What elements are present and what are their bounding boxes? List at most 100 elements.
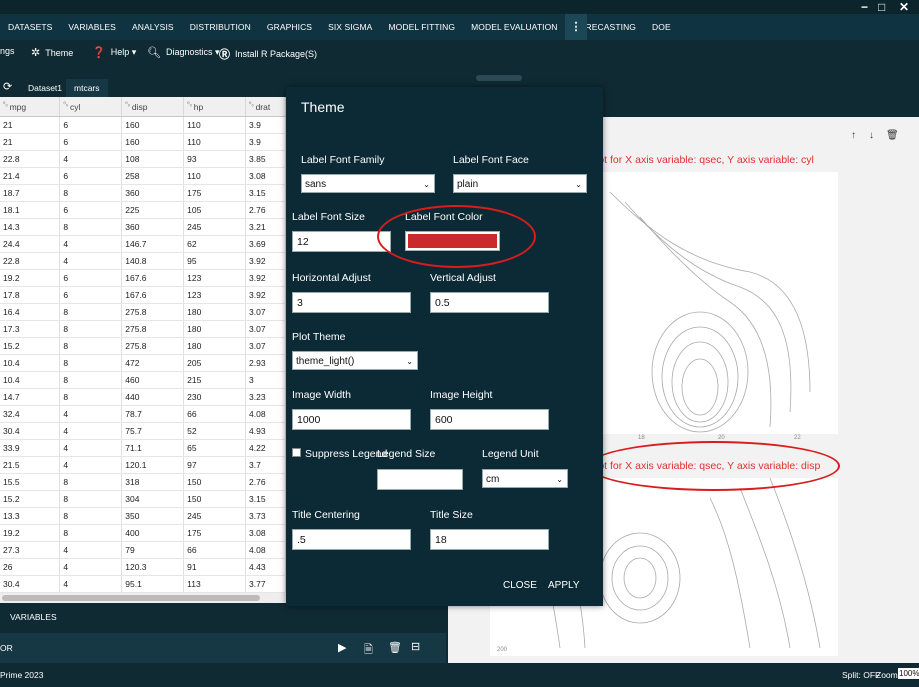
- menu-model-evaluation[interactable]: MODEL EVALUATION: [463, 22, 565, 32]
- table-cell[interactable]: 120.1: [121, 456, 185, 474]
- table-cell[interactable]: 21.5: [0, 456, 61, 474]
- table-cell[interactable]: 4: [59, 150, 123, 168]
- table-cell[interactable]: 360: [121, 184, 185, 202]
- table-cell[interactable]: 230: [183, 388, 247, 406]
- table-row[interactable]: 33.9 4 71.1 65 4.22: [0, 439, 286, 457]
- table-cell[interactable]: 3.21: [245, 218, 286, 236]
- table-cell[interactable]: 110: [183, 116, 247, 134]
- table-cell[interactable]: 30.4: [0, 422, 61, 440]
- table-cell[interactable]: 8: [59, 524, 123, 542]
- table-cell[interactable]: 18.1: [0, 201, 61, 219]
- table-cell[interactable]: 24.4: [0, 235, 61, 253]
- table-cell[interactable]: 400: [121, 524, 185, 542]
- menu-datasets[interactable]: DATASETS: [0, 22, 60, 32]
- minimize-button[interactable]: −: [861, 0, 868, 14]
- image-height-input[interactable]: 600: [430, 409, 549, 430]
- table-row[interactable]: 27.3 4 79 66 4.08: [0, 541, 286, 559]
- table-cell[interactable]: 140.8: [121, 252, 185, 270]
- menu-graphics[interactable]: GRAPHICS: [259, 22, 320, 32]
- table-cell[interactable]: 52: [183, 422, 247, 440]
- table-cell[interactable]: 14.3: [0, 218, 61, 236]
- table-row[interactable]: 10.4 8 460 215 3: [0, 371, 286, 389]
- suppress-legend-checkbox[interactable]: [292, 448, 301, 457]
- tab-dataset1[interactable]: Dataset1: [20, 79, 70, 97]
- table-cell[interactable]: 66: [183, 405, 247, 423]
- table-cell[interactable]: 150: [183, 473, 247, 491]
- table-cell[interactable]: 123: [183, 269, 247, 287]
- table-cell[interactable]: 318: [121, 473, 185, 491]
- table-cell[interactable]: 66: [183, 541, 247, 559]
- table-cell[interactable]: 75.7: [121, 422, 185, 440]
- dialog-drag-handle[interactable]: [476, 75, 522, 81]
- table-cell[interactable]: 350: [121, 507, 185, 525]
- table-cell[interactable]: 4: [59, 439, 123, 457]
- table-cell[interactable]: 105: [183, 201, 247, 219]
- table-cell[interactable]: 108: [121, 150, 185, 168]
- more-menu-icon[interactable]: ⋮: [565, 14, 587, 40]
- column-header-disp[interactable]: ⁰₀ disp: [121, 97, 185, 117]
- table-cell[interactable]: 32.4: [0, 405, 61, 423]
- table-cell[interactable]: 13.3: [0, 507, 61, 525]
- table-cell[interactable]: 110: [183, 133, 247, 151]
- delete-icon[interactable]: 🗑: [886, 130, 899, 141]
- table-cell[interactable]: 2.76: [245, 473, 286, 491]
- table-cell[interactable]: 22.8: [0, 150, 61, 168]
- table-cell[interactable]: 146.7: [121, 235, 185, 253]
- table-cell[interactable]: 3.9: [245, 133, 286, 151]
- column-header-mpg[interactable]: ⁰₀ mpg: [0, 97, 61, 117]
- table-cell[interactable]: 4: [59, 558, 123, 576]
- table-cell[interactable]: 3.07: [245, 303, 286, 321]
- table-row[interactable]: 22.8 4 108 93 3.85: [0, 150, 286, 168]
- table-cell[interactable]: 4.08: [245, 405, 286, 423]
- table-cell[interactable]: 21.4: [0, 167, 61, 185]
- menu-six-sigma[interactable]: SIX SIGMA: [320, 22, 380, 32]
- table-cell[interactable]: 6: [59, 133, 123, 151]
- menu-analysis[interactable]: ANALYSIS: [124, 22, 182, 32]
- table-cell[interactable]: 95.1: [121, 575, 185, 593]
- table-cell[interactable]: 95: [183, 252, 247, 270]
- table-cell[interactable]: 21: [0, 116, 61, 134]
- table-row[interactable]: 21.5 4 120.1 97 3.7: [0, 456, 286, 474]
- table-cell[interactable]: 6: [59, 269, 123, 287]
- table-cell[interactable]: 245: [183, 507, 247, 525]
- plot-theme-select[interactable]: theme_light() ⌄: [292, 351, 418, 370]
- table-row[interactable]: 21.4 6 258 110 3.08: [0, 167, 286, 185]
- menu-model-fitting[interactable]: MODEL FITTING: [380, 22, 463, 32]
- table-cell[interactable]: 3.15: [245, 490, 286, 508]
- table-cell[interactable]: 4.22: [245, 439, 286, 457]
- table-row[interactable]: 18.7 8 360 175 3.15: [0, 184, 286, 202]
- table-cell[interactable]: 3: [245, 371, 286, 389]
- column-header-cyl[interactable]: ⁰₀ cyl: [59, 97, 123, 117]
- table-cell[interactable]: 4: [59, 575, 123, 593]
- table-cell[interactable]: 4.43: [245, 558, 286, 576]
- variables-label[interactable]: VARIABLES: [10, 612, 57, 622]
- table-cell[interactable]: 3.07: [245, 320, 286, 338]
- table-cell[interactable]: 2.76: [245, 201, 286, 219]
- table-row[interactable]: 30.4 4 95.1 113 3.77: [0, 575, 286, 593]
- close-window-button[interactable]: ✕: [899, 0, 909, 14]
- title-size-input[interactable]: 18: [430, 529, 549, 550]
- table-cell[interactable]: 16.4: [0, 303, 61, 321]
- table-cell[interactable]: 275.8: [121, 337, 185, 355]
- table-cell[interactable]: 19.2: [0, 524, 61, 542]
- scrollbar-thumb[interactable]: [2, 595, 260, 601]
- table-cell[interactable]: 4: [59, 252, 123, 270]
- zoom-value[interactable]: 100%: [898, 668, 919, 679]
- help-button[interactable]: ❓ Help ▾: [92, 46, 136, 59]
- table-cell[interactable]: 4.08: [245, 541, 286, 559]
- table-cell[interactable]: 4: [59, 422, 123, 440]
- table-cell[interactable]: 205: [183, 354, 247, 372]
- table-cell[interactable]: 8: [59, 303, 123, 321]
- column-header-hp[interactable]: ⁰₀ hp: [183, 97, 247, 117]
- document-icon[interactable]: 🗎: [364, 641, 373, 660]
- table-cell[interactable]: 97: [183, 456, 247, 474]
- table-row[interactable]: 30.4 4 75.7 52 4.93: [0, 422, 286, 440]
- table-cell[interactable]: 8: [59, 337, 123, 355]
- table-cell[interactable]: 275.8: [121, 320, 185, 338]
- table-cell[interactable]: 71.1: [121, 439, 185, 457]
- table-row[interactable]: 21 6 160 110 3.9: [0, 133, 286, 151]
- table-cell[interactable]: 180: [183, 337, 247, 355]
- window-icon[interactable]: ⊟: [411, 640, 420, 653]
- table-row[interactable]: 14.3 8 360 245 3.21: [0, 218, 286, 236]
- play-icon[interactable]: ▶: [338, 641, 346, 654]
